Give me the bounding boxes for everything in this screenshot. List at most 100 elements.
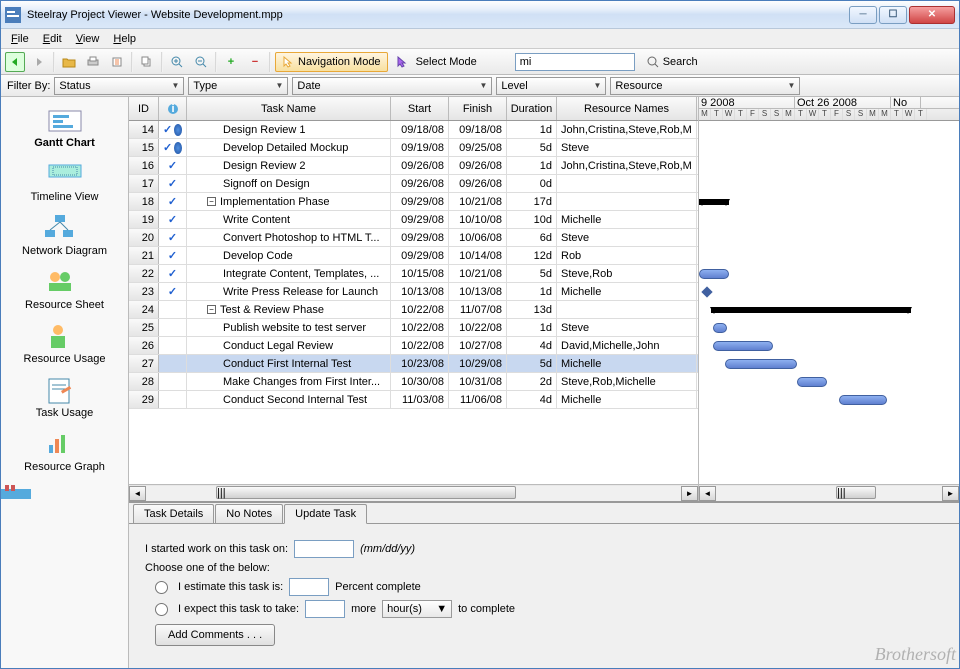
unit-combo[interactable]: hour(s)▼ xyxy=(382,600,452,618)
percent-input[interactable] xyxy=(289,578,329,596)
gantt-bar[interactable] xyxy=(713,323,727,333)
menu-file[interactable]: File xyxy=(5,31,35,47)
nav-network-diagram[interactable]: Network Diagram xyxy=(1,211,128,265)
table-row[interactable]: 14✓Design Review 109/18/0809/18/081dJohn… xyxy=(129,121,698,139)
filter-combo-level[interactable]: Level▼ xyxy=(496,77,606,95)
search-button[interactable]: Search xyxy=(639,52,706,72)
scroll-left-button[interactable]: ◄ xyxy=(129,486,146,501)
update-task-form: I started work on this task on: (mm/dd/y… xyxy=(129,523,959,662)
opt2-suffix: to complete xyxy=(458,603,515,615)
gantt-bar[interactable] xyxy=(725,359,797,369)
scroll-right-button[interactable]: ► xyxy=(681,486,698,501)
menubar: File Edit View Help xyxy=(1,29,959,49)
scroll-thumb[interactable]: ||| xyxy=(216,486,516,499)
titlebar: Steelray Project Viewer - Website Develo… xyxy=(1,1,959,29)
gantt-bar[interactable] xyxy=(699,199,729,205)
table-row[interactable]: 27Conduct First Internal Test10/23/0810/… xyxy=(129,355,698,373)
close-button[interactable]: ✕ xyxy=(909,6,955,24)
menu-edit[interactable]: Edit xyxy=(37,31,68,47)
table-row[interactable]: 20✓Convert Photoshop to HTML T...09/29/0… xyxy=(129,229,698,247)
back-button[interactable] xyxy=(5,52,25,72)
table-row[interactable]: 25Publish website to test server10/22/08… xyxy=(129,319,698,337)
nav-icon xyxy=(45,323,85,351)
add-comments-button[interactable]: Add Comments . . . xyxy=(155,624,275,646)
add-icon[interactable]: + xyxy=(221,52,241,72)
export-icon[interactable] xyxy=(107,52,127,72)
tab-task-details[interactable]: Task Details xyxy=(133,504,214,523)
started-label: I started work on this task on: xyxy=(145,543,288,555)
nav-resource-usage[interactable]: Resource Usage xyxy=(1,319,128,373)
filter-combo-type[interactable]: Type▼ xyxy=(188,77,288,95)
open-icon[interactable] xyxy=(59,52,79,72)
gantt-row xyxy=(699,355,959,373)
menu-view[interactable]: View xyxy=(70,31,106,47)
table-row[interactable]: 17✓Signoff on Design09/26/0809/26/080d xyxy=(129,175,698,193)
forward-button[interactable] xyxy=(29,52,49,72)
col-start-header[interactable]: Start xyxy=(391,97,449,120)
scroll-right-button[interactable]: ► xyxy=(942,486,959,501)
select-mode-icon[interactable] xyxy=(392,52,412,72)
zoom-in-icon[interactable] xyxy=(167,52,187,72)
col-duration-header[interactable]: Duration xyxy=(507,97,557,120)
filter-combo-resource[interactable]: Resource▼ xyxy=(610,77,800,95)
expect-radio[interactable] xyxy=(155,603,168,616)
check-icon: ✓ xyxy=(168,267,177,280)
table-row[interactable]: 23✓Write Press Release for Launch10/13/0… xyxy=(129,283,698,301)
gantt-bar[interactable] xyxy=(797,377,827,387)
table-row[interactable]: 29Conduct Second Internal Test11/03/0811… xyxy=(129,391,698,409)
tab-no-notes[interactable]: No Notes xyxy=(215,504,283,523)
gantt-bar[interactable] xyxy=(699,269,729,279)
table-row[interactable]: 24−Test & Review Phase10/22/0811/07/0813… xyxy=(129,301,698,319)
grid-hscrollbar[interactable]: ◄ ||| ► xyxy=(129,484,698,501)
scroll-left-button[interactable]: ◄ xyxy=(699,486,716,501)
table-row[interactable]: 28Make Changes from First Inter...10/30/… xyxy=(129,373,698,391)
gantt-bar[interactable] xyxy=(839,395,887,405)
nav-resource-sheet[interactable]: Resource Sheet xyxy=(1,265,128,319)
check-icon: ✓ xyxy=(168,159,177,172)
zoom-out-icon[interactable] xyxy=(191,52,211,72)
nav-gantt-chart[interactable]: Gantt Chart xyxy=(1,103,128,157)
gantt-bar[interactable] xyxy=(701,286,712,297)
table-row[interactable]: 19✓Write Content09/29/0810/10/0810dMiche… xyxy=(129,211,698,229)
gantt-bar[interactable] xyxy=(711,307,911,313)
filter-combo-date[interactable]: Date▼ xyxy=(292,77,492,95)
minimize-button[interactable]: ─ xyxy=(849,6,877,24)
table-row[interactable]: 18✓−Implementation Phase09/29/0810/21/08… xyxy=(129,193,698,211)
nav-item[interactable] xyxy=(1,481,128,507)
menu-help[interactable]: Help xyxy=(107,31,142,47)
copy-icon[interactable] xyxy=(137,52,157,72)
gantt-row xyxy=(699,319,959,337)
tab-update-task[interactable]: Update Task xyxy=(284,504,367,524)
nav-timeline-view[interactable]: Timeline View xyxy=(1,157,128,211)
estimate-radio[interactable] xyxy=(155,581,168,594)
col-resources-header[interactable]: Resource Names xyxy=(557,97,697,120)
gantt-body[interactable] xyxy=(699,121,959,484)
col-finish-header[interactable]: Finish xyxy=(449,97,507,120)
started-date-input[interactable] xyxy=(294,540,354,558)
search-input[interactable] xyxy=(515,53,635,71)
filter-combo-status[interactable]: Status▼ xyxy=(54,77,184,95)
scroll-thumb[interactable]: ||| xyxy=(836,486,876,499)
table-row[interactable]: 26Conduct Legal Review10/22/0810/27/084d… xyxy=(129,337,698,355)
table-row[interactable]: 21✓Develop Code09/29/0810/14/0812dRob xyxy=(129,247,698,265)
maximize-button[interactable]: ☐ xyxy=(879,6,907,24)
duration-input[interactable] xyxy=(305,600,345,618)
remove-icon[interactable]: − xyxy=(245,52,265,72)
table-row[interactable]: 15✓Develop Detailed Mockup09/19/0809/25/… xyxy=(129,139,698,157)
gantt-bar[interactable] xyxy=(713,341,773,351)
table-row[interactable]: 22✓Integrate Content, Templates, ...10/1… xyxy=(129,265,698,283)
table-row[interactable]: 16✓Design Review 209/26/0809/26/081dJohn… xyxy=(129,157,698,175)
navigation-mode-button[interactable]: Navigation Mode xyxy=(275,52,388,72)
print-icon[interactable] xyxy=(83,52,103,72)
collapse-icon[interactable]: − xyxy=(207,305,216,314)
col-taskname-header[interactable]: Task Name xyxy=(187,97,391,120)
gantt-hscrollbar[interactable]: ◄ ||| ► xyxy=(699,484,959,501)
opt2-mid: more xyxy=(351,603,376,615)
collapse-icon[interactable]: − xyxy=(207,197,216,206)
nav-task-usage[interactable]: Task Usage xyxy=(1,373,128,427)
filter-label: Filter By: xyxy=(7,80,50,92)
nav-resource-graph[interactable]: Resource Graph xyxy=(1,427,128,481)
check-icon: ✓ xyxy=(168,177,177,190)
col-indicator-header[interactable]: i xyxy=(159,97,187,120)
col-id-header[interactable]: ID xyxy=(129,97,159,120)
